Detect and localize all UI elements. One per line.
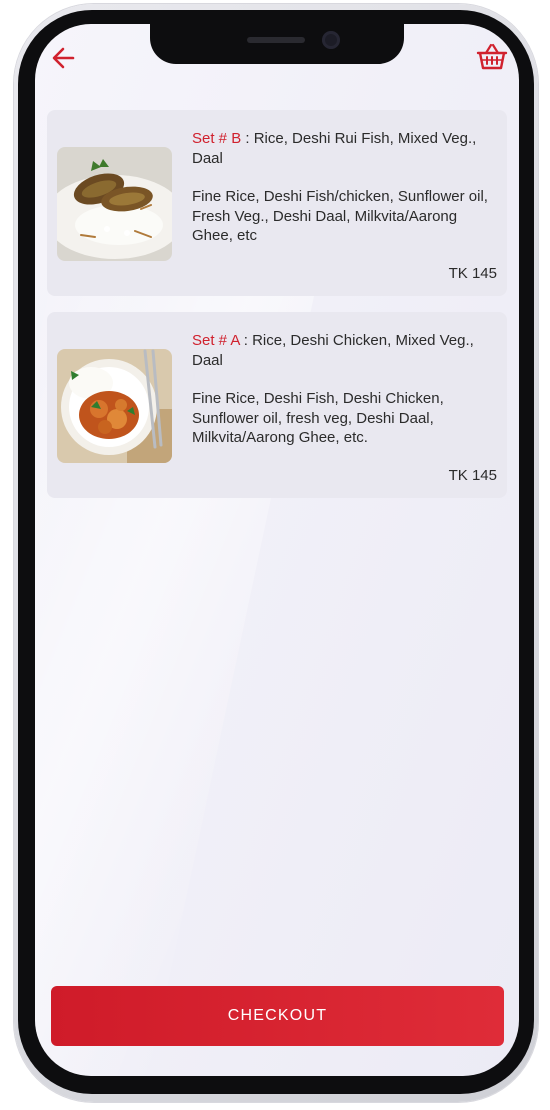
basket-icon [476,43,508,70]
arrow-left-icon [52,47,75,69]
menu-item-description: Fine Rice, Deshi Fish/chicken, Sunflower… [192,188,488,244]
speaker-grille [247,37,305,43]
cart-button[interactable] [475,42,509,72]
menu-item-description: Fine Rice, Deshi Fish, Deshi Chicken, Su… [192,390,444,446]
app-screen: Menu list [35,24,519,1076]
front-camera [322,31,340,49]
set-name: Set # B [192,130,242,147]
set-name: Set # A [192,332,240,349]
back-button[interactable] [49,44,79,72]
fish-curry-rice-photo [57,147,172,261]
menu-item-set-b[interactable]: Set # B : Rice, Deshi Rui Fish, Mixed Ve… [47,110,507,296]
menu-item-price: TK 145 [448,265,497,282]
chicken-curry-rice-photo [57,349,172,463]
phone-notch [150,24,404,64]
menu-item-set-a[interactable]: Set # A : Rice, Deshi Chicken, Mixed Veg… [47,312,507,498]
checkout-button[interactable]: CHECKOUT [51,986,504,1046]
menu-item-text: Set # B : Rice, Deshi Rui Fish, Mixed Ve… [192,129,497,246]
title-separator: : [239,332,253,349]
title-separator: : [241,130,254,147]
menu-item-title: Set # B : Rice, Deshi Rui Fish, Mixed Ve… [192,129,497,168]
menu-item-text: Set # A : Rice, Deshi Chicken, Mixed Veg… [192,331,497,448]
menu-item-price: TK 145 [448,467,497,484]
menu-item-title: Set # A : Rice, Deshi Chicken, Mixed Veg… [192,331,497,370]
